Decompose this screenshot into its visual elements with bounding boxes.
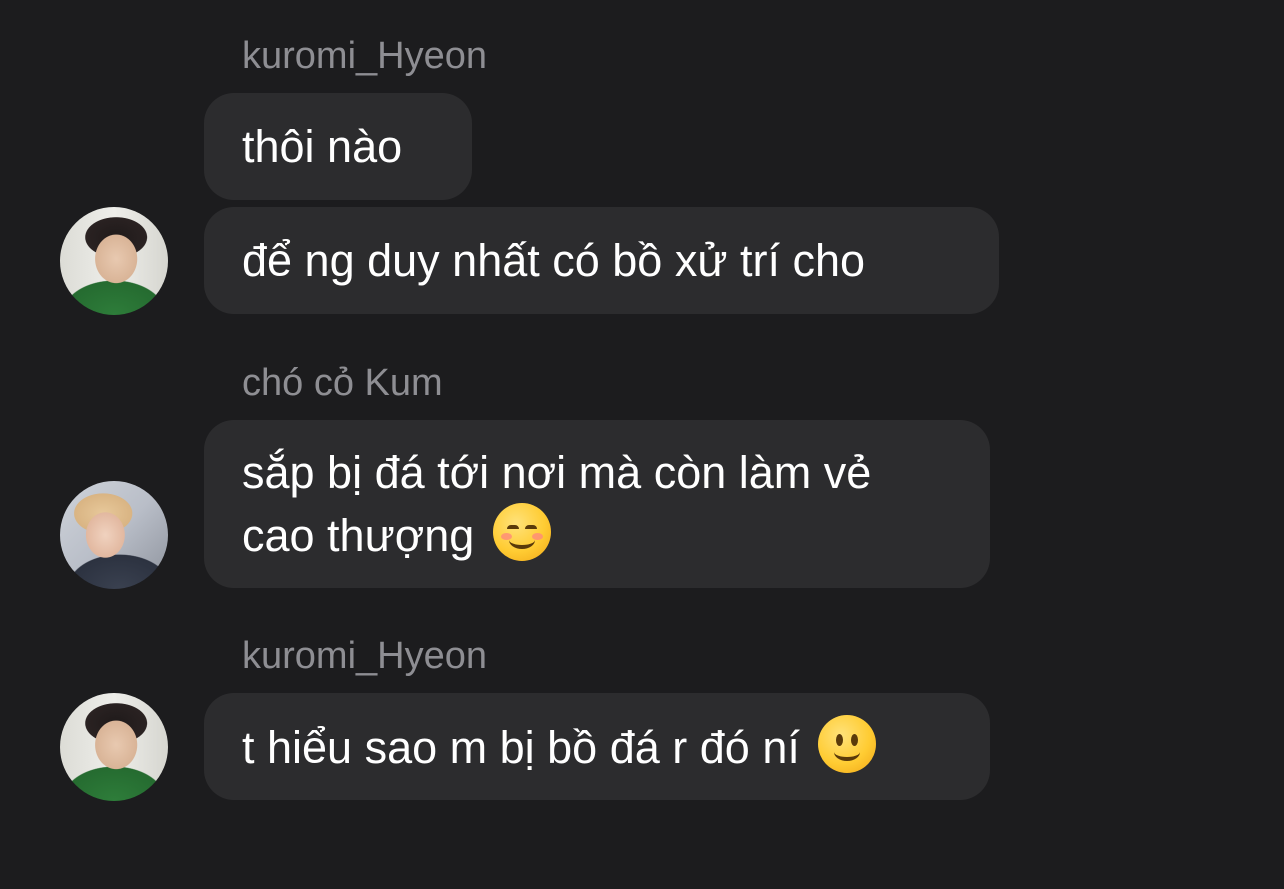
message-text-line: t hiểu sao m bị bồ đá r đó ní	[242, 715, 952, 778]
message-bubble[interactable]: thôi nào	[204, 93, 472, 200]
message-text: cao thượng	[242, 509, 475, 561]
slightly-smiling-face-emoji	[818, 715, 877, 773]
user-avatar-kuromi[interactable]	[60, 693, 168, 801]
smiling-face-with-blush-emoji	[492, 502, 551, 561]
message-text: để ng duy nhất có bồ xử trí cho	[242, 234, 866, 286]
message-bubble[interactable]: sắp bị đá tới nơi mà còn làm vẻ cao thượ…	[204, 420, 990, 588]
message-bubble[interactable]: t hiểu sao m bị bồ đá r đó ní	[204, 693, 990, 800]
message-text-line-2: cao thượng	[242, 502, 952, 566]
message-text-line-1: sắp bị đá tới nơi mà còn làm vẻ	[242, 446, 872, 498]
chat-conversation: kuromi_Hyeon thôi nào để ng duy nhất có …	[0, 0, 1284, 889]
user-avatar-kuromi[interactable]	[60, 207, 168, 315]
message-text: thôi nào	[242, 120, 403, 172]
sender-name: kuromi_Hyeon	[242, 35, 487, 77]
message-bubble[interactable]: để ng duy nhất có bồ xử trí cho	[204, 207, 999, 314]
user-avatar-chocokum[interactable]	[60, 481, 168, 589]
sender-name: kuromi_Hyeon	[242, 635, 487, 677]
message-text: t hiểu sao m bị bồ đá r đó ní	[242, 722, 800, 773]
sender-name: chó cỏ Kum	[242, 362, 443, 404]
